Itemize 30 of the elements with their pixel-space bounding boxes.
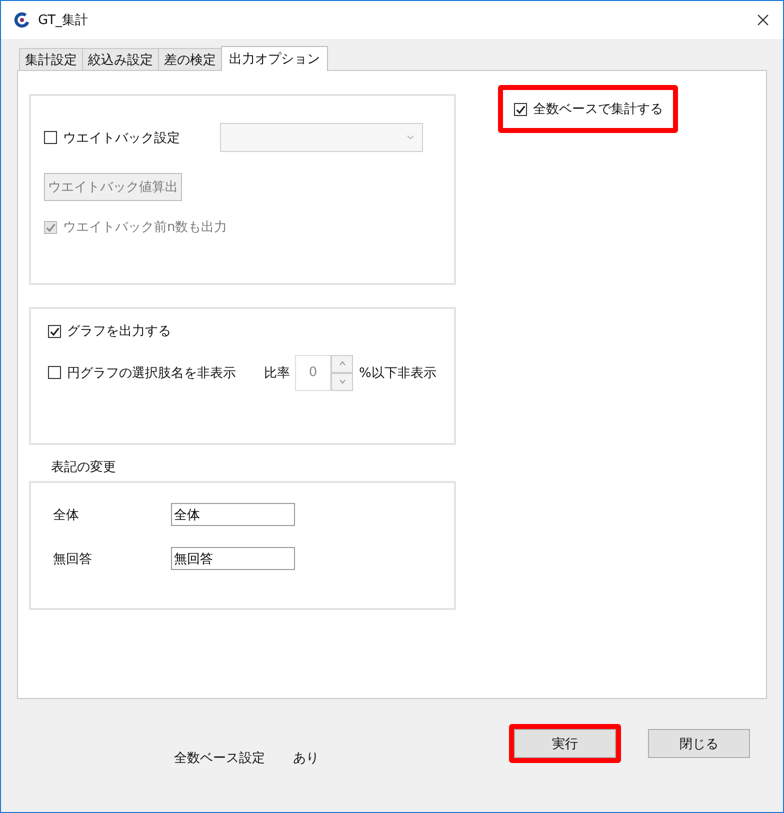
tab[interactable]: 集計設定: [19, 48, 83, 70]
checkbox-label: グラフを出力する: [67, 323, 171, 340]
checkbox[interactable]: [44, 131, 57, 144]
percent-label: %以下非表示: [359, 364, 436, 382]
dialog-button[interactable]: 閉じる: [648, 729, 750, 758]
chevron-down-icon: [338, 379, 346, 384]
window-title: GT_集計: [38, 12, 90, 29]
input-field[interactable]: 無回答: [171, 547, 295, 570]
checkbox-label: 円グラフの選択肢名を非表示: [67, 364, 236, 382]
field-label: 無回答: [53, 550, 93, 568]
checkbox-label: ウエイトバック設定: [63, 130, 180, 146]
checkbox[interactable]: [514, 102, 527, 116]
ratio-label: 比率: [264, 364, 290, 382]
checkbox[interactable]: [48, 324, 61, 338]
group-title: 表記の変更: [51, 459, 117, 476]
app-logo-icon: [14, 12, 30, 28]
checkbox-label: ウエイトバック前n数も出力: [63, 219, 228, 236]
field-label: 全体: [53, 506, 80, 524]
chevron-up-icon: [338, 361, 346, 366]
tab[interactable]: 絞込み設定: [82, 48, 159, 70]
tab[interactable]: 差の検定: [158, 48, 222, 70]
status-label: 全数ベース設定: [174, 750, 265, 767]
dialog-button[interactable]: 実行: [514, 729, 616, 758]
checkbox-label: 全数ベースで集計する: [533, 101, 663, 118]
input-field[interactable]: 全体: [171, 503, 295, 526]
tab[interactable]: 出力オプション: [221, 46, 328, 71]
checkbox[interactable]: [48, 366, 61, 379]
status-value: あり: [293, 750, 319, 767]
caret-icon: [407, 135, 414, 140]
close-icon[interactable]: [757, 14, 769, 26]
